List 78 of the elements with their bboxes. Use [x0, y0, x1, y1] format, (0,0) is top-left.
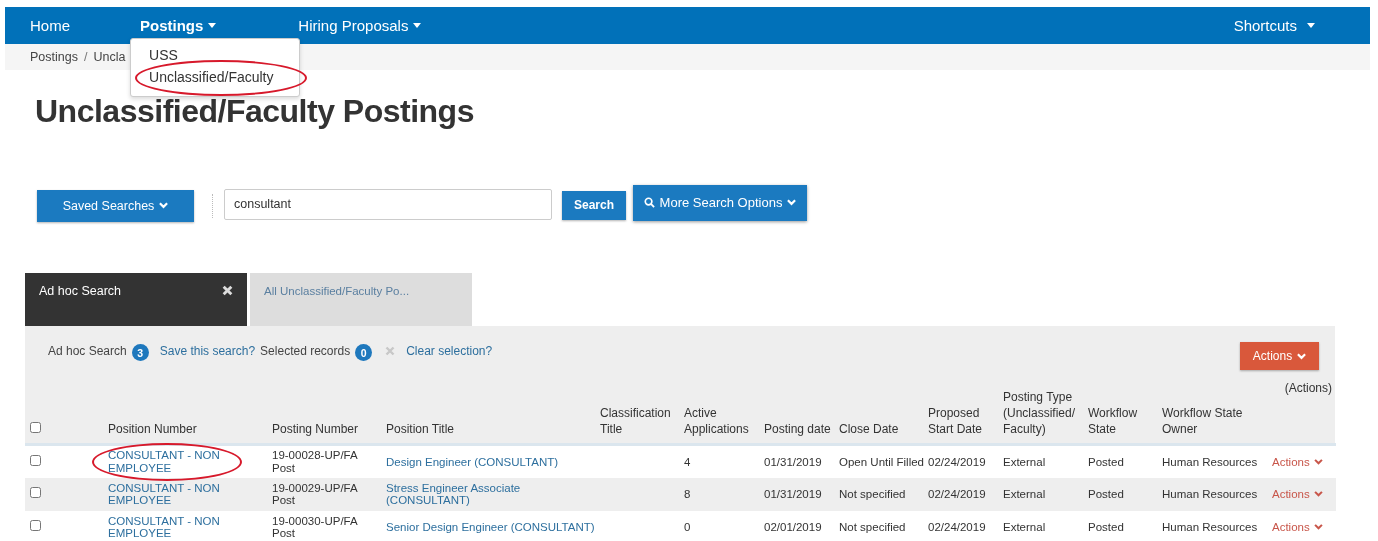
- table-cell-text: 02/24/2019: [928, 520, 987, 534]
- column-header[interactable]: Posting date: [764, 421, 835, 437]
- table-cell-text: 02/24/2019: [928, 487, 987, 501]
- chevron-down-icon: [787, 199, 797, 206]
- saved-searches-button[interactable]: Saved Searches: [37, 189, 194, 222]
- clear-selection-link[interactable]: Clear selection?: [406, 342, 493, 360]
- select-all-checkbox[interactable]: [30, 422, 41, 433]
- table-cell-text: Posted: [1088, 487, 1125, 501]
- save-search-link[interactable]: Save this search?: [159, 342, 256, 360]
- column-header[interactable]: Workflow State: [1088, 405, 1158, 437]
- column-header[interactable]: Workflow State Owner: [1162, 405, 1268, 437]
- actions-button[interactable]: Actions: [1240, 342, 1319, 370]
- search-button[interactable]: Search: [562, 190, 626, 220]
- nav-link[interactable]: Postings: [130, 7, 227, 44]
- breadcrumb-link[interactable]: Uncla: [93, 50, 126, 64]
- column-header[interactable]: Position Title: [386, 421, 596, 437]
- search-field[interactable]: consultant: [224, 188, 552, 220]
- chevron-down-icon: [1313, 524, 1323, 530]
- table-cell-text: External: [1003, 487, 1047, 501]
- chevron-down-icon: [1313, 491, 1323, 497]
- table-cell-text: External: [1003, 455, 1047, 468]
- menu-item[interactable]: Unclassified/Faculty: [149, 69, 274, 85]
- more-search-options-button[interactable]: More Search Options: [633, 184, 807, 221]
- row-actions-link[interactable]: Actions: [1272, 487, 1323, 501]
- page-title: Unclassified/Faculty Postings: [35, 93, 475, 131]
- table-cell-text: Not specified: [839, 520, 907, 534]
- menu-item[interactable]: USS: [149, 47, 178, 63]
- table-cell-text: 19-00030-UP/FA Post: [272, 514, 359, 540]
- close-icon[interactable]: [222, 285, 233, 296]
- selected-records-label: Selected records: [260, 343, 351, 360]
- chevron-down-icon: [1297, 352, 1307, 360]
- position-title-link[interactable]: Stress Engineer Associate (CONSULTANT): [386, 481, 596, 507]
- table-cell-text: Human Resources: [1162, 455, 1259, 468]
- search-label: Ad hoc Search: [48, 343, 127, 360]
- tab[interactable]: Ad hoc Search: [25, 273, 247, 326]
- tab-label: All Unclassified/Faculty Po...: [264, 284, 410, 297]
- breadcrumb-link[interactable]: Postings: [30, 50, 78, 64]
- table-cell-text: 01/31/2019: [764, 455, 823, 468]
- count-badge: 3: [131, 344, 149, 361]
- table-cell-text: 0: [684, 520, 692, 534]
- chevron-down-icon: [1313, 458, 1323, 465]
- table-cell-text: 4: [684, 455, 692, 468]
- breadcrumb-separator: /: [83, 50, 88, 64]
- table-cell-text: Human Resources: [1162, 520, 1259, 534]
- table-cell-text: 8: [684, 487, 692, 501]
- count-badge: 0: [355, 344, 373, 361]
- chevron-down-icon: [159, 202, 169, 209]
- column-header[interactable]: Posting Number: [272, 421, 382, 437]
- close-icon: [385, 346, 396, 356]
- nav-link[interactable]: Hiring Proposals: [288, 7, 432, 44]
- table-cell-text: External: [1003, 520, 1047, 534]
- table-cell-text: 01/31/2019: [764, 487, 823, 501]
- table-cell-text: 19-00029-UP/FA Post: [272, 481, 359, 507]
- table-cell-text: 02/24/2019: [928, 455, 987, 468]
- position-number-link[interactable]: CONSULTANT - NON EMPLOYEE: [108, 481, 233, 507]
- column-header[interactable]: Close Date: [839, 421, 924, 437]
- row-checkbox[interactable]: [30, 487, 41, 499]
- column-header[interactable]: Proposed Start Date: [928, 405, 999, 437]
- column-header[interactable]: Classification Title: [600, 405, 680, 437]
- column-header[interactable]: Active Applications: [684, 405, 760, 437]
- row-checkbox[interactable]: [30, 455, 41, 466]
- table-cell-text: 02/01/2019: [764, 520, 823, 534]
- table-cell-text: 19-00028-UP/FA Post: [272, 449, 359, 475]
- shortcuts-link[interactable]: Shortcuts: [1223, 7, 1370, 44]
- table-cell-text: Posted: [1088, 455, 1125, 468]
- nav-link[interactable]: Home: [5, 7, 80, 44]
- table-cell-text: Human Resources: [1162, 487, 1259, 501]
- caret-icon: [1307, 23, 1315, 28]
- column-header[interactable]: Position Number: [108, 421, 268, 437]
- tab-label: Ad hoc Search: [39, 283, 121, 298]
- search-icon: [643, 197, 655, 208]
- tab[interactable]: All Unclassified/Faculty Po...: [250, 273, 472, 326]
- table-cell-text: Not specified: [839, 487, 907, 501]
- row-checkbox[interactable]: [30, 520, 41, 532]
- table-cell-text: Posted: [1088, 520, 1125, 534]
- column-header[interactable]: Posting Type (Unclassified/Faculty): [1003, 389, 1081, 437]
- table-cell: Open Until Filled: [839, 455, 924, 468]
- column-header[interactable]: (Actions): [1272, 380, 1332, 396]
